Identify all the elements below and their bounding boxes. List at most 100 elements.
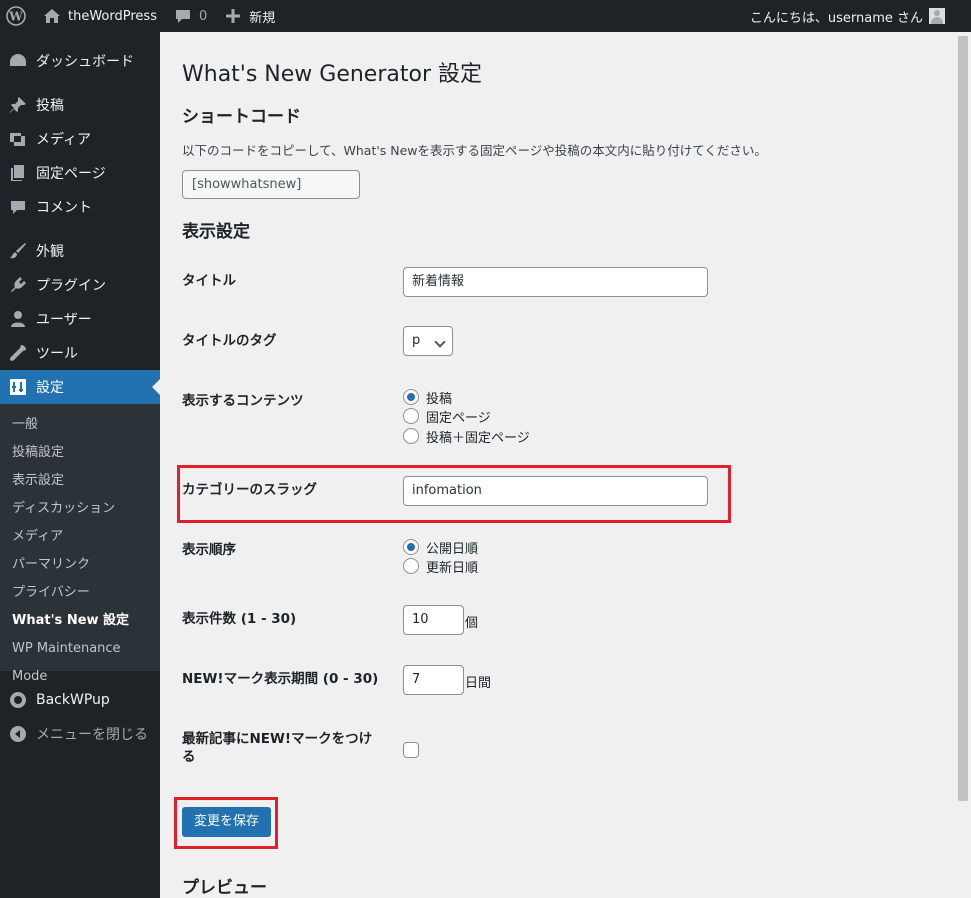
newmark-period-input[interactable]: 7 — [403, 665, 464, 695]
radio-button[interactable] — [403, 389, 419, 405]
shortcode-description: 以下のコードをコピーして、What's Newを表示する固定ページや投稿の本文内… — [182, 143, 767, 158]
radio-button[interactable] — [403, 408, 419, 424]
submenu-general[interactable]: 一般 — [0, 411, 160, 439]
count-label: 表示件数 (1 - 30) — [182, 611, 297, 627]
pin-icon — [8, 95, 28, 115]
menu-label: BackWPup — [36, 692, 110, 708]
page-icon — [8, 163, 28, 183]
menu-plugins[interactable]: プラグイン — [0, 268, 160, 302]
shortcode-field[interactable]: [showwhatsnew] — [182, 170, 360, 199]
my-account-link[interactable]: こんにちは、username さん — [750, 7, 971, 26]
submenu-privacy[interactable]: プライバシー — [0, 579, 160, 607]
content-label: 表示するコンテンツ — [182, 393, 304, 409]
dashboard-icon — [8, 51, 28, 71]
greeting: こんにちは、username さん — [749, 10, 923, 26]
user-icon — [8, 309, 28, 329]
shortcode-heading: ショートコード — [182, 107, 301, 127]
scrollbar[interactable] — [955, 32, 971, 898]
submenu-whats-new[interactable]: What's New 設定 — [0, 607, 160, 635]
category-slug-input[interactable]: infomation — [403, 476, 708, 506]
save-button[interactable]: 変更を保存 — [182, 807, 272, 837]
menu-label: プラグイン — [36, 278, 106, 294]
latest-newmark-label: 最新記事にNEW!マークをつけ る — [182, 731, 373, 765]
home-icon — [42, 6, 62, 26]
settings-icon — [8, 377, 28, 397]
comments-count: 0 — [198, 8, 208, 24]
svg-text:W: W — [8, 10, 23, 24]
radio-label: 固定ページ — [426, 410, 491, 426]
radio-label: 更新日順 — [426, 560, 479, 576]
menu-posts[interactable]: 投稿 — [0, 88, 160, 122]
order-option-updated[interactable]: 更新日順 — [403, 556, 478, 576]
radio-button[interactable] — [403, 428, 419, 444]
preview-heading: プレビュー — [182, 878, 267, 898]
content-option-both[interactable]: 投稿＋固定ページ — [403, 426, 530, 446]
backwpup-icon — [8, 690, 28, 710]
avatar — [929, 8, 945, 24]
menu-label: メディア — [36, 132, 92, 148]
comment-bubble-icon — [173, 6, 193, 26]
menu-label: 投稿 — [36, 98, 64, 114]
category-slug-label: カテゴリーのスラッグ — [182, 482, 317, 498]
page-title: What's New Generator 設定 — [182, 62, 482, 87]
site-name-link[interactable]: theWordPress — [34, 0, 165, 32]
radio-button[interactable] — [403, 558, 419, 574]
submenu-reading[interactable]: 表示設定 — [0, 467, 160, 495]
count-input[interactable]: 10 — [403, 605, 464, 635]
collapse-icon — [8, 724, 28, 744]
title-input[interactable]: 新着情報 — [403, 267, 708, 297]
submenu-discussion[interactable]: ディスカッション — [0, 495, 160, 523]
admin-bar: W theWordPress 0 新規 こんにちは、username さん — [0, 0, 971, 32]
scrollbar-thumb[interactable] — [958, 36, 968, 801]
media-icon — [8, 129, 28, 149]
admin-sidebar: ダッシュボード 投稿 メディア 固定ページ コメント 外観 プラグイン ユーザー… — [0, 32, 160, 898]
submenu-media[interactable]: メディア — [0, 523, 160, 551]
new-content-link[interactable]: 新規 — [215, 0, 283, 32]
site-name: theWordPress — [68, 8, 157, 24]
menu-label: 固定ページ — [36, 166, 106, 182]
settings-submenu: 一般 投稿設定 表示設定 ディスカッション メディア パーマリンク プライバシー… — [0, 404, 160, 684]
wp-logo-button[interactable]: W — [0, 0, 34, 32]
title-tag-select[interactable]: p — [403, 326, 453, 356]
menu-label: コメント — [36, 200, 92, 216]
wrench-icon — [8, 343, 28, 363]
menu-appearance[interactable]: 外観 — [0, 234, 160, 268]
wordpress-logo-icon: W — [6, 6, 26, 26]
content-option-posts[interactable]: 投稿 — [403, 387, 452, 407]
radio-button[interactable] — [403, 539, 419, 555]
menu-users[interactable]: ユーザー — [0, 302, 160, 336]
title-tag-value: p — [412, 333, 421, 348]
submenu-permalinks[interactable]: パーマリンク — [0, 551, 160, 579]
menu-tools[interactable]: ツール — [0, 336, 160, 370]
radio-label: 投稿＋固定ページ — [426, 430, 530, 446]
radio-label: 公開日順 — [426, 541, 479, 557]
display-settings-heading: 表示設定 — [182, 222, 250, 242]
order-label: 表示順序 — [182, 542, 236, 558]
comment-icon — [8, 197, 28, 217]
newmark-period-label: NEW!マーク表示期間 (0 - 30) — [182, 671, 379, 687]
menu-label: ツール — [36, 346, 78, 362]
title-tag-label: タイトルのタグ — [182, 333, 277, 349]
menu-media[interactable]: メディア — [0, 122, 160, 156]
menu-label: ユーザー — [36, 312, 92, 328]
order-option-published[interactable]: 公開日順 — [403, 537, 478, 557]
menu-comments[interactable]: コメント — [0, 190, 160, 224]
comments-link[interactable]: 0 — [165, 0, 215, 32]
submenu-maintenance-mode[interactable]: WP Maintenance Mode — [0, 635, 160, 684]
content-option-pages[interactable]: 固定ページ — [403, 406, 491, 426]
menu-pages[interactable]: 固定ページ — [0, 156, 160, 190]
collapse-menu-button[interactable]: メニューを閉じる — [0, 717, 160, 751]
menu-label: 外観 — [36, 244, 64, 260]
newmark-period-suffix: 日間 — [465, 676, 492, 691]
menu-settings[interactable]: 設定 — [0, 370, 160, 404]
menu-dashboard[interactable]: ダッシュボード — [0, 44, 160, 78]
submenu-writing[interactable]: 投稿設定 — [0, 439, 160, 467]
count-suffix: 個 — [465, 616, 479, 631]
plugin-icon — [8, 275, 28, 295]
radio-label: 投稿 — [426, 391, 453, 407]
chevron-down-icon — [434, 336, 446, 348]
brush-icon — [8, 241, 28, 261]
new-label: 新規 — [249, 10, 276, 26]
latest-newmark-checkbox[interactable] — [403, 742, 419, 758]
menu-label: ダッシュボード — [36, 54, 134, 70]
